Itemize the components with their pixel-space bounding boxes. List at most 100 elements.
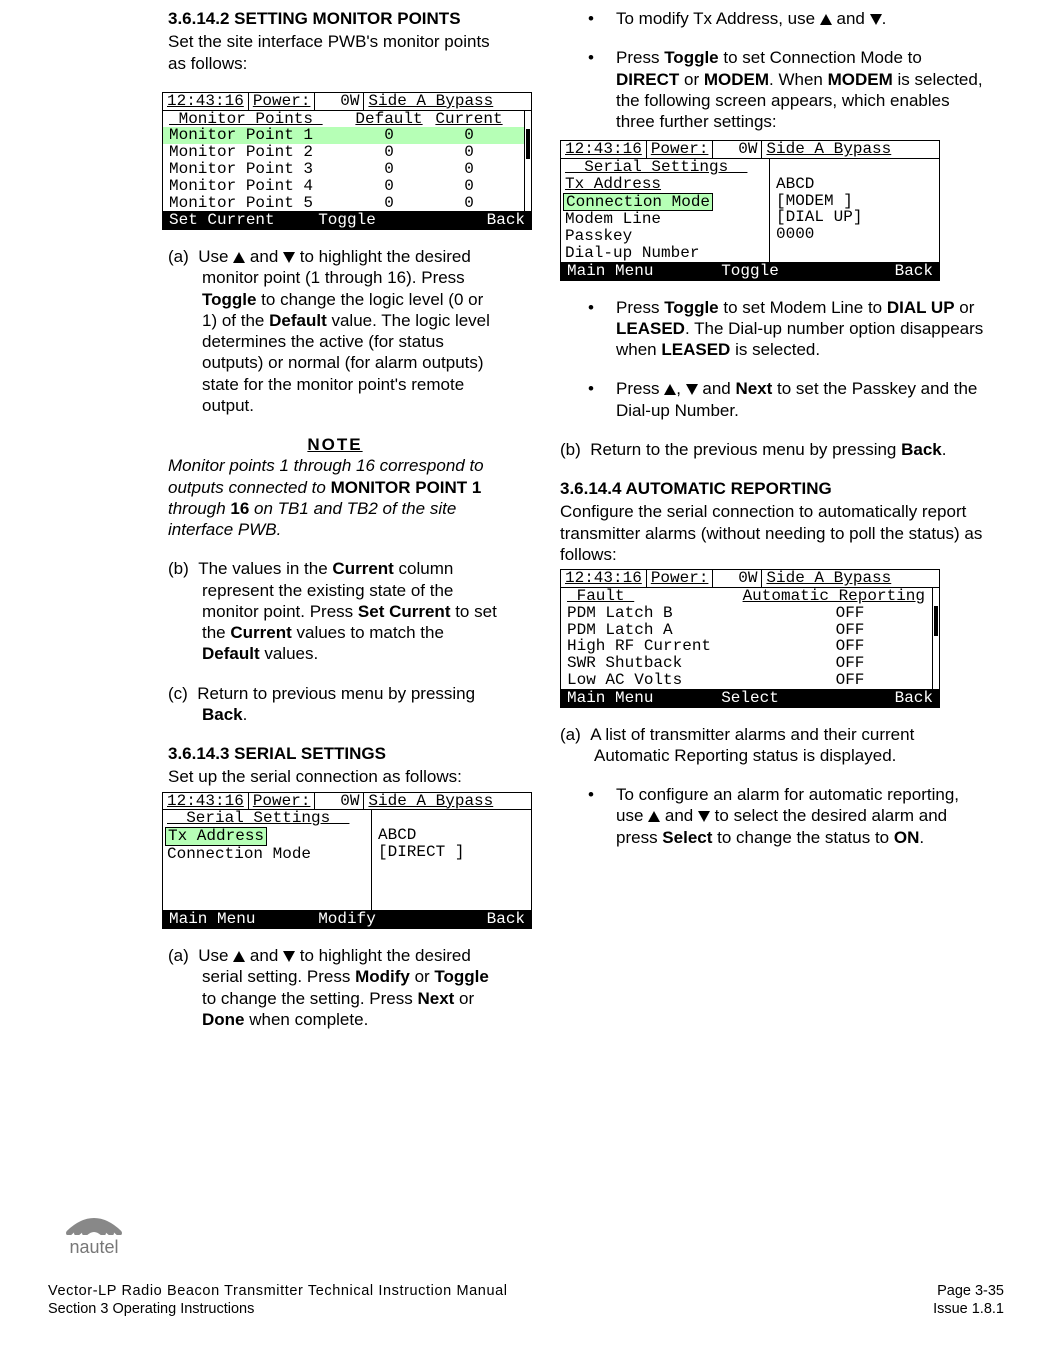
nautel-logo: nautel xyxy=(54,1189,134,1258)
lcd4-r4-val: OFF xyxy=(767,655,933,672)
heading-36144: 3.6.14.4 AUTOMATIC REPORTING xyxy=(560,478,984,499)
lcd2-l2: Connection Mode xyxy=(167,846,367,863)
lcd3-f3: Back xyxy=(811,263,933,280)
lcd3-l2: Connection Mode xyxy=(563,193,713,212)
up-arrow-icon xyxy=(233,252,245,263)
lcd1-r5-name: Monitor Point 5 xyxy=(169,195,349,212)
intro-36143: Set up the serial connection as follows: xyxy=(168,766,502,787)
lcd3-f2: Toggle xyxy=(689,263,811,280)
lcd3-footer: Main Menu Toggle Back xyxy=(561,263,939,280)
lcd1-f1: Set Current xyxy=(169,212,288,229)
lcd4-title-r: Automatic Reporting xyxy=(727,588,933,605)
lcd-serial-direct: 12:43:16 Power: 0W Side A Bypass Serial … xyxy=(162,792,532,930)
lcd4-r1-name: PDM Latch B xyxy=(567,605,767,622)
lcd3-power-label: Power: xyxy=(647,141,714,158)
lcd3-r2: [MODEM ] xyxy=(776,193,933,210)
lcd2-f1: Main Menu xyxy=(169,911,288,928)
lcd3-time: 12:43:16 xyxy=(561,141,647,158)
lcd3-title: Serial Settings xyxy=(565,159,765,176)
lcd2-l1: Tx Address xyxy=(165,827,267,846)
lcd1-row-5: Monitor Point 5 0 0 xyxy=(163,195,531,212)
footer-issue: Issue 1.8.1 xyxy=(933,1301,1004,1317)
lcd1-title: Monitor Points xyxy=(169,111,349,128)
lcd3-r3: [DIAL UP] xyxy=(776,209,933,226)
lcd4-row-1: PDM Latch B OFF xyxy=(561,605,939,622)
lcd3-status: Side A Bypass xyxy=(762,141,939,158)
lcd4-r2-name: PDM Latch A xyxy=(567,622,767,639)
lcd3-f1: Main Menu xyxy=(567,263,689,280)
lcd4-f3: Back xyxy=(811,690,933,707)
lcd1-r1-def: 0 xyxy=(349,127,429,144)
lcd3-l3: Modem Line xyxy=(565,211,765,228)
heading-36142: 3.6.14.2 SETTING MONITOR POINTS xyxy=(168,8,502,29)
lcd4-title-l: Fault xyxy=(567,588,727,605)
lcd4-r3-val: OFF xyxy=(767,638,933,655)
step-36142-c: (c) Return to previous menu by pressing … xyxy=(168,683,502,726)
intro-36142: Set the site interface PWB's monitor poi… xyxy=(168,31,502,74)
lcd1-row-4: Monitor Point 4 0 0 xyxy=(163,178,531,195)
lcd4-time: 12:43:16 xyxy=(561,570,647,587)
lcd4-scrollbar xyxy=(932,588,939,689)
bullet-passkey: Press , and Next to set the Passkey and … xyxy=(560,378,984,421)
lcd-power-value: 0W xyxy=(315,93,364,110)
lcd4-power-value: 0W xyxy=(713,570,762,587)
note-heading: NOTE xyxy=(168,434,502,455)
lcd4-row-2: PDM Latch A OFF xyxy=(561,622,939,639)
down-arrow-icon xyxy=(870,14,882,25)
step-36142-b: (b) The values in the Current column rep… xyxy=(168,558,502,664)
right-column: To modify Tx Address, use and . Press To… xyxy=(550,8,1004,1030)
step-36143-a: (a) Use and to highlight the desired ser… xyxy=(168,945,502,1030)
lcd1-r1-cur: 0 xyxy=(429,127,509,144)
lcd2-status: Side A Bypass xyxy=(364,793,531,810)
lcd1-r1-name: Monitor Point 1 xyxy=(169,127,349,144)
lcd4-status: Side A Bypass xyxy=(762,570,939,587)
lcd1-f3: Back xyxy=(406,212,525,229)
lcd1-f2: Toggle xyxy=(288,212,407,229)
lcd1-r2-name: Monitor Point 2 xyxy=(169,144,349,161)
lcd1-row-3: Monitor Point 3 0 0 xyxy=(163,161,531,178)
bullet-connection-mode: Press Toggle to set Connection Mode to D… xyxy=(560,47,984,132)
footer-section: Section 3 Operating Instructions xyxy=(48,1301,254,1317)
lcd1-hdr-default: Default xyxy=(349,111,429,128)
lcd4-r1-val: OFF xyxy=(767,605,933,622)
lcd1-footer: Set Current Toggle Back xyxy=(163,212,531,229)
lcd2-power-value: 0W xyxy=(315,793,364,810)
lcd2-power-label: Power: xyxy=(249,793,316,810)
lcd2-f3: Back xyxy=(406,911,525,928)
lcd-auto-reporting: 12:43:16 Power: 0W Side A Bypass Fault A… xyxy=(560,569,940,707)
lcd2-f2: Modify xyxy=(288,911,407,928)
lcd1-r3-def: 0 xyxy=(349,161,429,178)
lcd4-r5-val: OFF xyxy=(767,672,933,689)
up-arrow-icon xyxy=(664,384,676,395)
lcd4-footer: Main Menu Select Back xyxy=(561,690,939,707)
lcd3-power-value: 0W xyxy=(713,141,762,158)
lcd1-r2-cur: 0 xyxy=(429,144,509,161)
step-36144-a: (a) A list of transmitter alarms and the… xyxy=(560,724,984,767)
lcd2-title: Serial Settings xyxy=(167,810,367,827)
footer-title: Vector-LP Radio Beacon Transmitter Techn… xyxy=(48,1283,508,1299)
logo-text: nautel xyxy=(54,1237,134,1258)
page-content: 3.6.14.2 SETTING MONITOR POINTS Set the … xyxy=(0,0,1052,1030)
lcd4-r3-name: High RF Current xyxy=(567,638,767,655)
down-arrow-icon xyxy=(686,384,698,395)
lcd1-r4-def: 0 xyxy=(349,178,429,195)
lcd1-scrollbar xyxy=(524,111,531,212)
lcd2-footer: Main Menu Modify Back xyxy=(163,911,531,928)
bullet-modem-line: Press Toggle to set Modem Line to DIAL U… xyxy=(560,297,984,361)
lcd-serial-modem: 12:43:16 Power: 0W Side A Bypass Serial … xyxy=(560,140,940,280)
lcd1-hdr-current: Current xyxy=(429,111,509,128)
lcd3-l5: Dial-up Number xyxy=(565,245,765,262)
lcd1-r3-cur: 0 xyxy=(429,161,509,178)
lcd3-l4: Passkey xyxy=(565,228,765,245)
lcd4-power-label: Power: xyxy=(647,570,714,587)
left-column: 3.6.14.2 SETTING MONITOR POINTS Set the … xyxy=(48,8,502,1030)
lcd4-r4-name: SWR Shutback xyxy=(567,655,767,672)
lcd1-r4-cur: 0 xyxy=(429,178,509,195)
heading-36143: 3.6.14.3 SERIAL SETTINGS xyxy=(168,743,502,764)
lcd3-r4: 0000 xyxy=(776,226,933,243)
step-36142-a: (a) Use and to highlight the desired mon… xyxy=(168,246,502,416)
down-arrow-icon xyxy=(283,252,295,263)
intro-36144: Configure the serial connection to autom… xyxy=(560,501,984,565)
up-arrow-icon xyxy=(648,811,660,822)
lcd4-f2: Select xyxy=(689,690,811,707)
